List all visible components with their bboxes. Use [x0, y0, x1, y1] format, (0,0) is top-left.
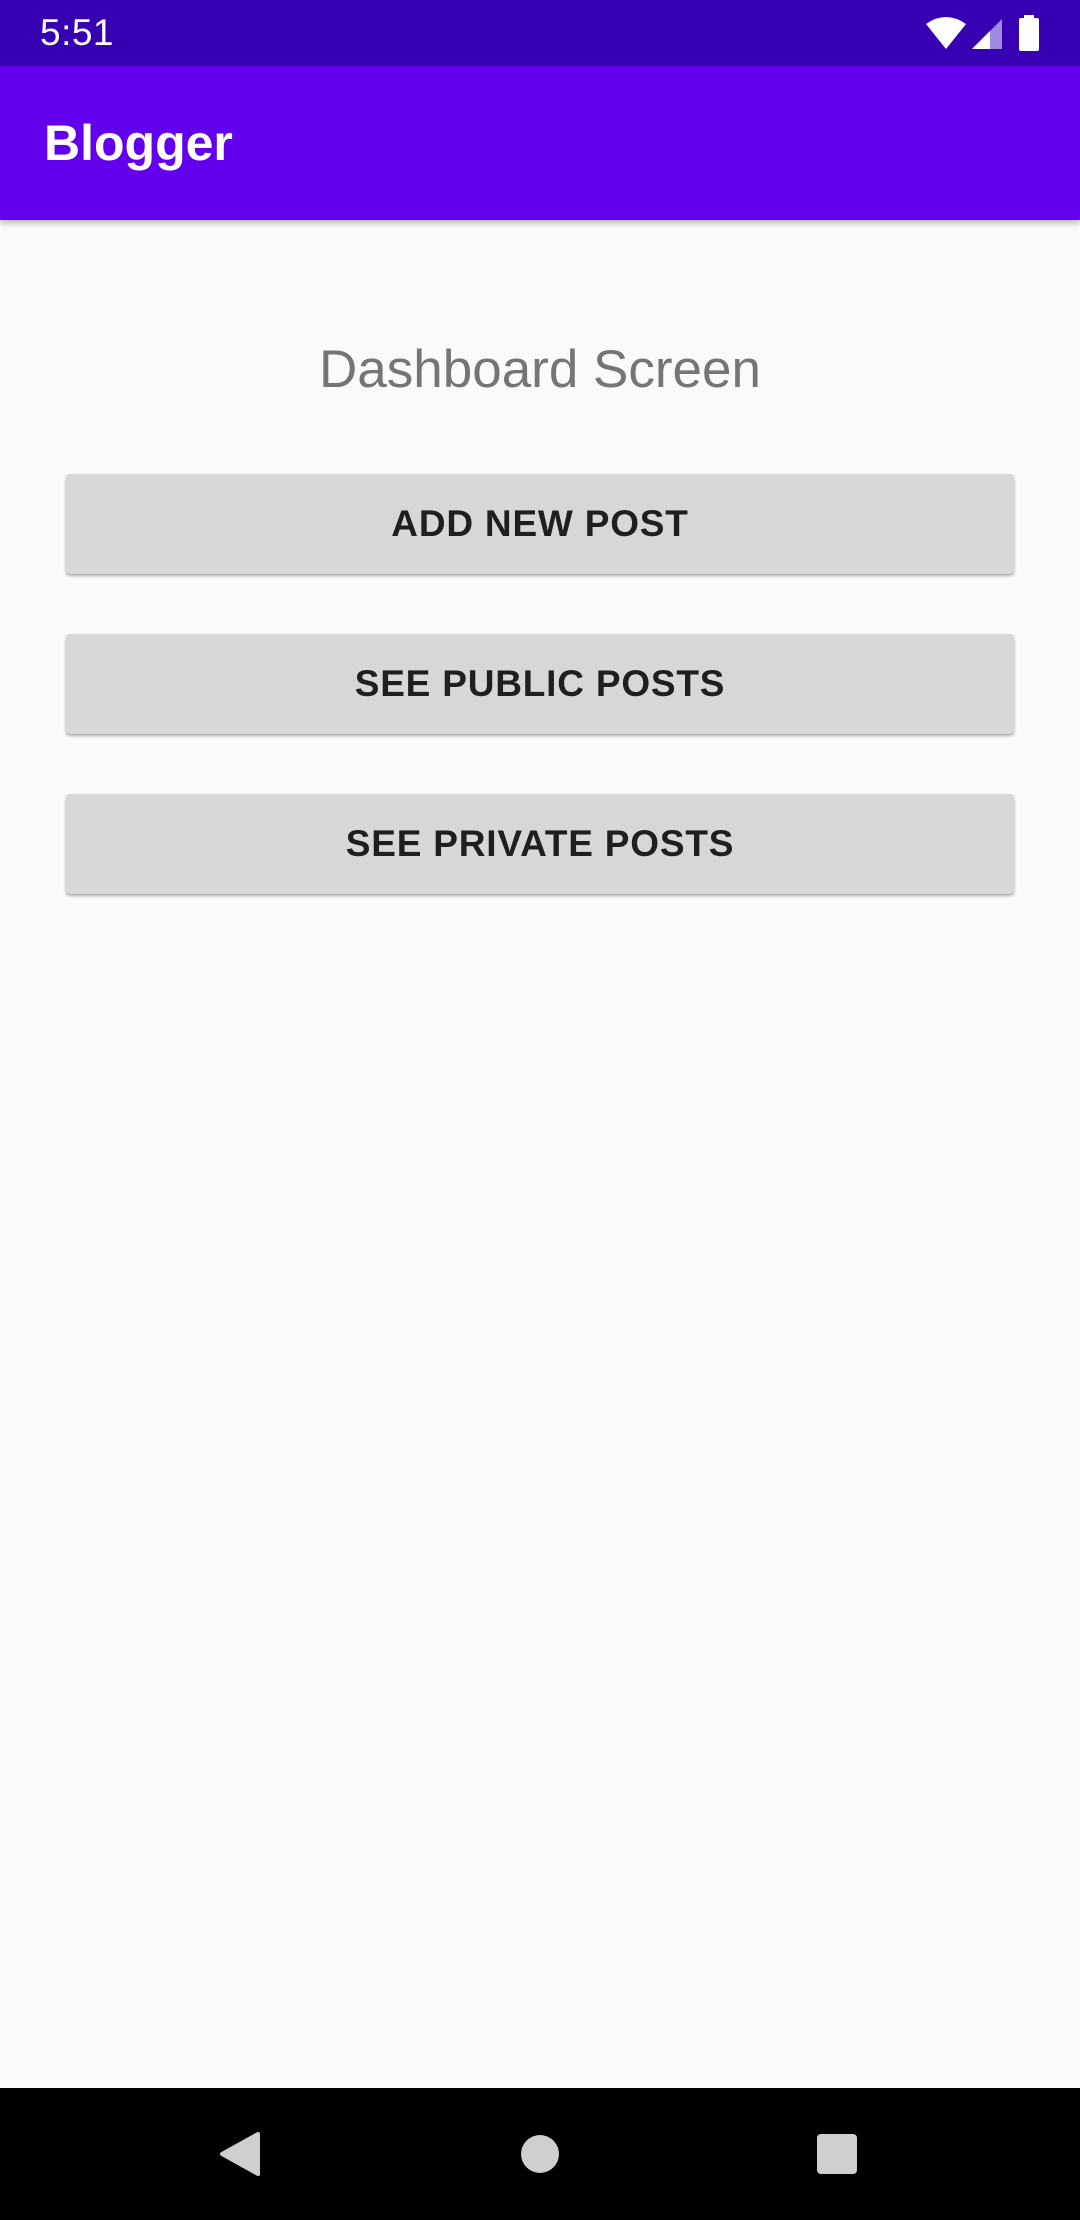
dashboard-content: Dashboard Screen ADD NEW POST SEE PUBLIC…	[0, 220, 1080, 2088]
status-icons	[926, 14, 1040, 52]
navigation-bar	[0, 2088, 1080, 2220]
home-icon	[521, 2135, 559, 2173]
battery-icon	[1019, 15, 1039, 51]
app-title: Blogger	[44, 115, 233, 171]
screen-heading: Dashboard Screen	[319, 340, 761, 399]
wifi-icon	[926, 17, 966, 49]
app-bar: Blogger	[0, 66, 1080, 220]
recents-icon	[817, 2134, 857, 2174]
add-new-post-button[interactable]: ADD NEW POST	[66, 474, 1014, 574]
see-public-posts-button[interactable]: SEE PUBLIC POSTS	[66, 634, 1014, 734]
home-button[interactable]	[504, 2118, 576, 2190]
back-button[interactable]	[204, 2118, 276, 2190]
back-icon	[220, 2132, 260, 2176]
cellular-signal-icon	[972, 19, 1002, 49]
recents-button[interactable]	[801, 2118, 873, 2190]
status-bar: 5:51	[0, 0, 1080, 66]
see-private-posts-button[interactable]: SEE PRIVATE POSTS	[66, 794, 1014, 894]
status-time: 5:51	[40, 12, 115, 53]
